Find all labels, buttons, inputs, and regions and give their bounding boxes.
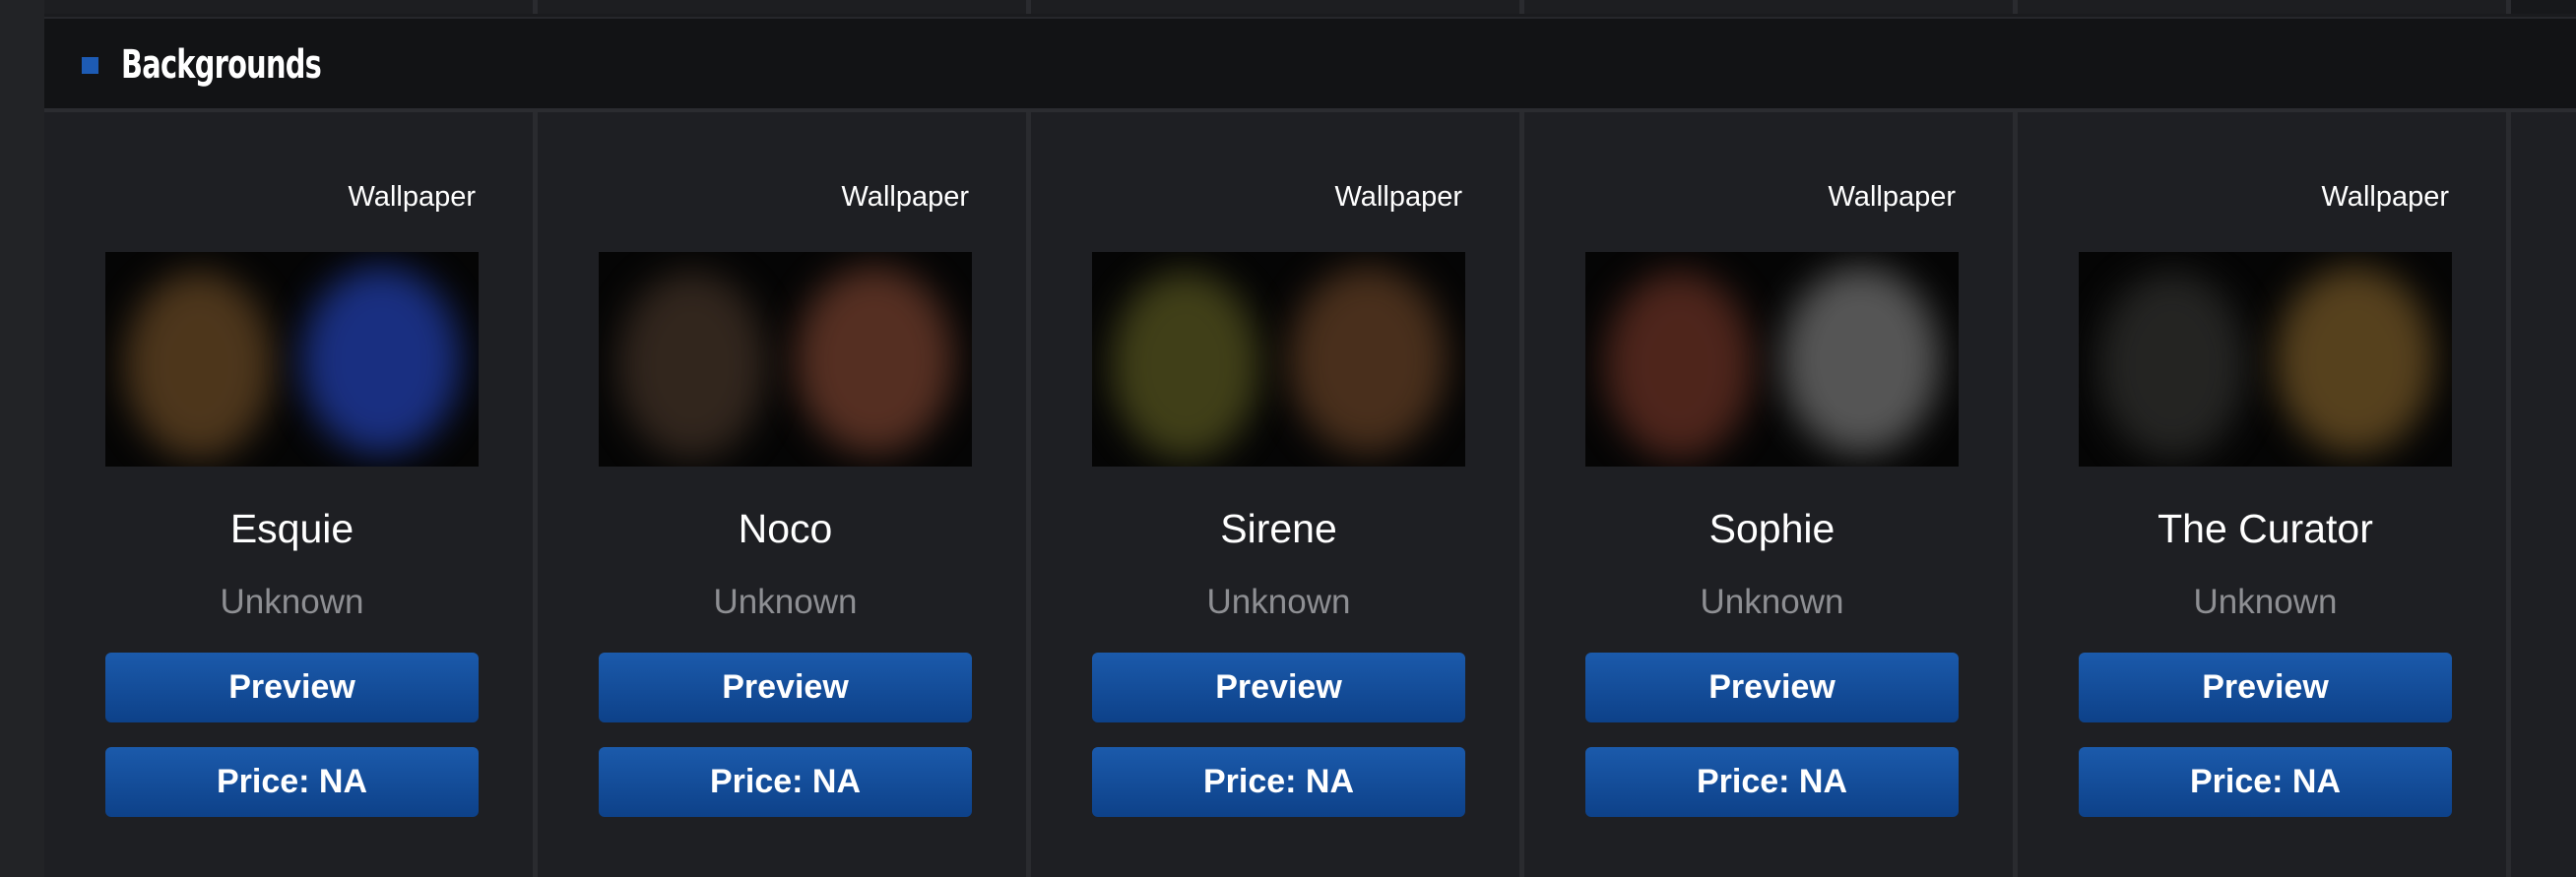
thumbnail-art	[796, 267, 953, 454]
item-status: Unknown	[1700, 583, 1844, 621]
item-grid: Wallpaper Esquie Unknown Preview Price: …	[44, 112, 2576, 877]
price-button[interactable]: Price: NA	[105, 747, 479, 817]
thumbnail-art	[125, 272, 273, 459]
item-thumbnail[interactable]	[2079, 252, 2452, 467]
thumbnail-art	[1112, 272, 1259, 459]
previous-row-cell	[1031, 0, 1524, 14]
left-rail	[0, 0, 44, 877]
thumbnail-art	[1782, 267, 1940, 454]
price-button[interactable]: Price: NA	[2079, 747, 2452, 817]
section-marker-icon	[82, 57, 98, 74]
preview-button[interactable]: Preview	[599, 653, 972, 722]
item-status: Unknown	[220, 583, 364, 621]
price-button[interactable]: Price: NA	[599, 747, 972, 817]
preview-button[interactable]: Preview	[105, 653, 479, 722]
item-card: Wallpaper The Curator Unknown Preview Pr…	[2018, 112, 2511, 877]
item-status: Unknown	[2193, 583, 2338, 621]
item-name: The Curator	[2157, 506, 2373, 551]
item-type-label: Wallpaper	[841, 181, 969, 213]
previous-row-cell	[538, 0, 1031, 14]
thumbnail-art	[618, 272, 766, 459]
thumbnail-art	[2098, 272, 2246, 459]
item-type-label: Wallpaper	[1334, 181, 1462, 213]
preview-button[interactable]: Preview	[1092, 653, 1465, 722]
item-thumbnail[interactable]	[1585, 252, 1959, 467]
price-button[interactable]: Price: NA	[1092, 747, 1465, 817]
item-card: Wallpaper Sophie Unknown Preview Price: …	[1524, 112, 2018, 877]
item-card: Wallpaper Esquie Unknown Preview Price: …	[44, 112, 538, 877]
item-name: Sirene	[1220, 506, 1337, 551]
item-status: Unknown	[713, 583, 858, 621]
item-type-label: Wallpaper	[1828, 181, 1956, 213]
item-name: Sophie	[1708, 506, 1835, 551]
item-name: Esquie	[229, 506, 354, 551]
previous-row-cell	[1524, 0, 2018, 14]
preview-button[interactable]: Preview	[2079, 653, 2452, 722]
item-status: Unknown	[1206, 583, 1351, 621]
item-type-label: Wallpaper	[2321, 181, 2449, 213]
previous-row-cell	[44, 0, 538, 14]
section-title: Backgrounds	[121, 42, 322, 88]
previous-row-cell	[2018, 0, 2511, 14]
store-page: Backgrounds Wallpaper Esquie Unknown Pre…	[0, 0, 2576, 877]
thumbnail-art	[1605, 272, 1753, 459]
thumbnail-art	[302, 267, 460, 454]
item-card: Wallpaper Sirene Unknown Preview Price: …	[1031, 112, 1524, 877]
thumbnail-art	[1289, 267, 1447, 454]
thumbnail-art	[2276, 267, 2433, 454]
item-thumbnail[interactable]	[1092, 252, 1465, 467]
item-name: Noco	[738, 506, 833, 551]
item-thumbnail[interactable]	[105, 252, 479, 467]
item-card: Wallpaper Noco Unknown Preview Price: NA	[538, 112, 1031, 877]
item-thumbnail[interactable]	[599, 252, 972, 467]
item-type-label: Wallpaper	[348, 181, 476, 213]
section-header: Backgrounds	[44, 17, 2576, 112]
item-card-partial	[2511, 112, 2576, 877]
previous-row-edge	[44, 0, 2576, 14]
preview-button[interactable]: Preview	[1585, 653, 1959, 722]
price-button[interactable]: Price: NA	[1585, 747, 1959, 817]
